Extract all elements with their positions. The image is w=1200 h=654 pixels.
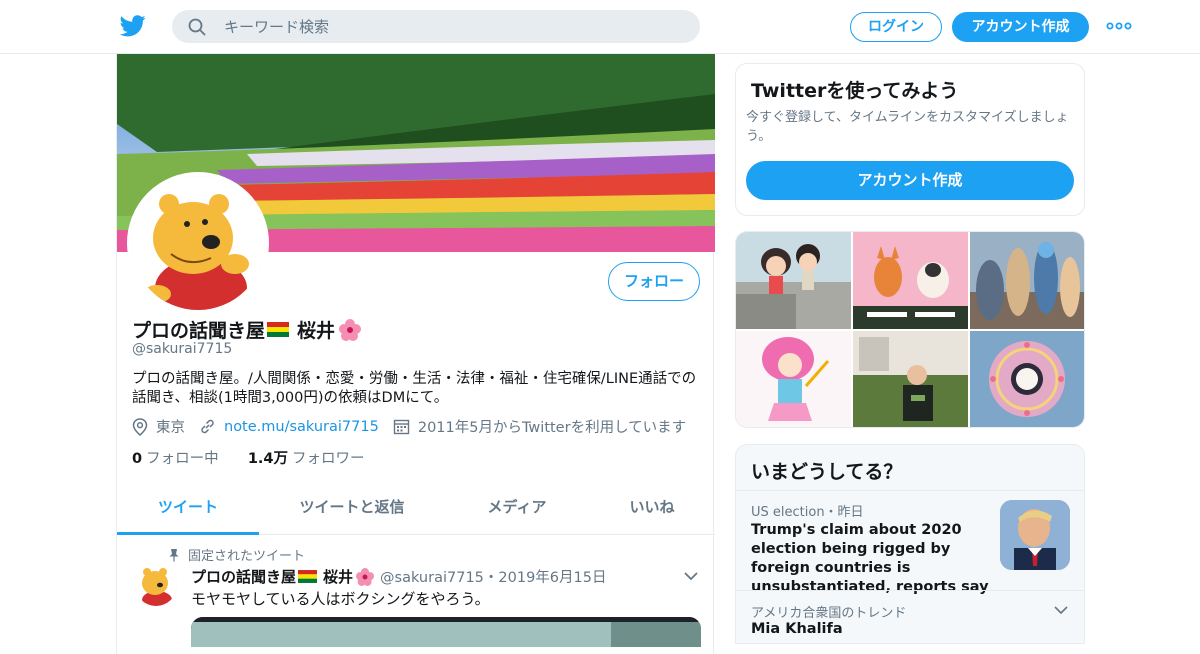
trends-title: いまどうしてる？	[751, 461, 903, 483]
link-icon	[201, 419, 214, 434]
search-icon	[188, 18, 206, 36]
trends-divider	[736, 590, 1084, 591]
following-count: 0	[132, 451, 143, 467]
media-thumbnail[interactable]	[970, 232, 1084, 329]
bolivia-flag-emoji-icon	[267, 322, 290, 337]
hibiscus-emoji-icon	[356, 567, 375, 586]
hibiscus-emoji-icon	[339, 318, 362, 341]
signup-card-button[interactable]: アカウント作成	[746, 161, 1074, 200]
signup-card-subtitle: 今すぐ登録して、タイムラインをカスタマイズしましょう。	[746, 110, 1069, 144]
tab-media[interactable]: メディア	[452, 486, 582, 535]
tweet-media-image	[191, 617, 701, 647]
chevron-down-icon[interactable]	[683, 570, 699, 582]
tweet-header: プロの話聞き屋 桜井 @sakurai7715・2019年6月15日	[191, 566, 606, 587]
media-thumbnail[interactable]	[853, 331, 968, 427]
media-thumbnail[interactable]	[853, 232, 968, 329]
trend-category: アメリカ合衆国のトレンド	[751, 606, 907, 621]
bolivia-flag-emoji-icon	[298, 570, 318, 583]
trend-name: Mia Khalifa	[751, 621, 843, 637]
cartoon-warriors-image	[970, 232, 1084, 329]
signup-card: Twitterを使ってみよう 今すぐ登録して、タイムラインをカスタマイズしましょ…	[735, 63, 1085, 216]
news-photo-image	[1000, 500, 1070, 570]
profile-meta: 東京 note.mu/sakurai7715 2011年5月からTwitterを…	[132, 416, 686, 437]
news-headline: Trump's claim about 2020 election being …	[751, 522, 989, 595]
search-bar[interactable]: キーワード検索	[172, 10, 700, 43]
pinned-label-text: 固定されたツイート	[188, 549, 306, 564]
profile-counts: 0 フォロー中 1.4万 フォロワー	[132, 447, 365, 468]
profile-joined-date: 2011年5月からTwitterを利用しています	[417, 420, 687, 436]
cartoon-magical-girl-image	[736, 331, 851, 427]
profile-bio: プロの話聞き屋。/人間関係・恋愛・労働・生活・法律・福祉・住宅確保/LINE通話…	[132, 371, 697, 406]
cartoon-compact-image	[970, 331, 1084, 427]
tweet-author-avatar[interactable]	[135, 564, 177, 606]
tweet-author-name[interactable]: プロの話聞き屋	[191, 566, 296, 587]
pooh-avatar-small-image	[135, 564, 177, 606]
signup-card-title: Twitterを使ってみよう	[751, 80, 959, 102]
signup-button[interactable]: アカウント作成	[952, 12, 1089, 42]
profile-location: 東京	[156, 420, 185, 436]
display-name-text: プロの話聞き屋	[132, 320, 266, 342]
media-thumbnail[interactable]	[736, 331, 851, 427]
follow-button[interactable]: フォロー	[608, 262, 700, 301]
following-label: フォロー中	[146, 451, 219, 467]
location-pin-icon	[132, 417, 148, 436]
tweet-text: モヤモヤしている人はボクシングをやろう。	[191, 590, 490, 608]
tweet-author-suffix[interactable]: 桜井	[323, 566, 353, 587]
display-name-suffix: 桜井	[297, 320, 336, 342]
cartoon-fox-sheep-image	[853, 232, 968, 329]
top-bar: キーワード検索 ログイン アカウント作成	[0, 0, 1200, 54]
followers-label: フォロワー	[292, 451, 365, 467]
cartoon-girls-image	[736, 232, 851, 329]
following-stat[interactable]: 0 フォロー中	[132, 451, 219, 467]
twitter-bird-icon[interactable]	[120, 14, 146, 38]
boy-photo-image	[853, 331, 968, 427]
trends-divider	[736, 490, 1084, 491]
tab-tweets[interactable]: ツイート	[117, 486, 259, 535]
more-options-icon[interactable]	[1106, 20, 1132, 32]
search-placeholder: キーワード検索	[224, 18, 330, 36]
followers-count: 1.4万	[247, 451, 288, 467]
media-thumbnail[interactable]	[970, 331, 1084, 427]
followers-stat[interactable]: 1.4万 フォロワー	[248, 451, 365, 467]
media-grid	[735, 231, 1085, 428]
media-thumbnail[interactable]	[736, 232, 851, 329]
login-button[interactable]: ログイン	[850, 12, 942, 42]
pooh-avatar-image	[131, 176, 265, 310]
profile-website-link[interactable]: note.mu/sakurai7715	[224, 419, 379, 435]
profile-avatar[interactable]	[127, 172, 269, 314]
news-thumbnail	[1000, 500, 1070, 570]
tweet-meta[interactable]: @sakurai7715・2019年6月15日	[380, 566, 606, 587]
pin-icon	[169, 548, 179, 561]
calendar-icon	[393, 419, 410, 435]
tab-likes[interactable]: いいね	[597, 486, 707, 535]
profile-handle: @sakurai7715	[132, 341, 233, 357]
pinned-tweet-label: 固定されたツイート	[169, 545, 305, 564]
profile-tabs: ツイート ツイートと返信 メディア いいね	[117, 486, 715, 535]
profile-display-name: プロの話聞き屋 桜井	[132, 316, 362, 343]
tab-tweets-and-replies[interactable]: ツイートと返信	[277, 486, 427, 535]
news-category: US election・昨日	[751, 505, 864, 520]
profile-column: フォロー プロの話聞き屋 桜井 @sakurai7715 プロの話聞き屋。/人間…	[116, 54, 715, 654]
trends-panel: いまどうしてる？ US election・昨日 Trump's claim ab…	[735, 444, 1085, 644]
tweet-media[interactable]	[191, 617, 701, 647]
chevron-down-icon[interactable]	[1054, 605, 1068, 615]
